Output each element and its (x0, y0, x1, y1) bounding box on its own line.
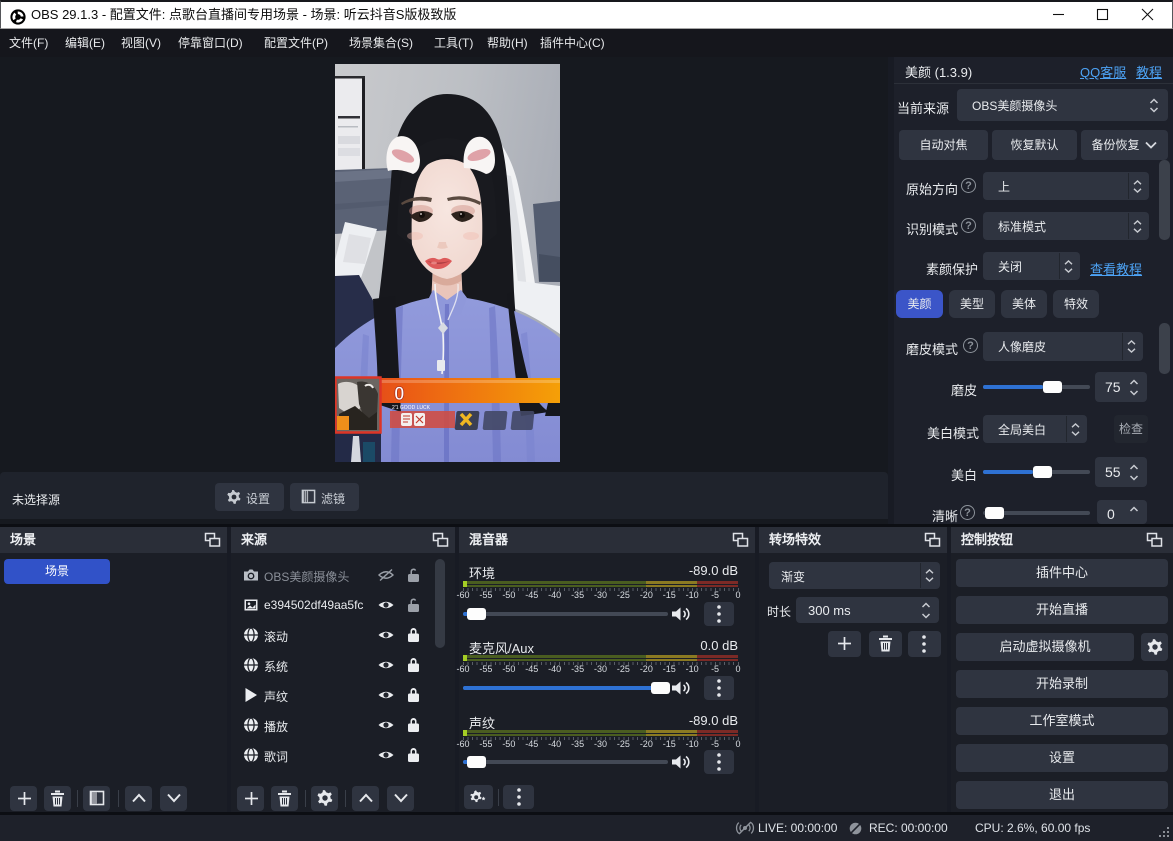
svg-text:2'1 GOOD LUCK: 2'1 GOOD LUCK (392, 405, 431, 411)
svg-text:0: 0 (394, 384, 405, 405)
